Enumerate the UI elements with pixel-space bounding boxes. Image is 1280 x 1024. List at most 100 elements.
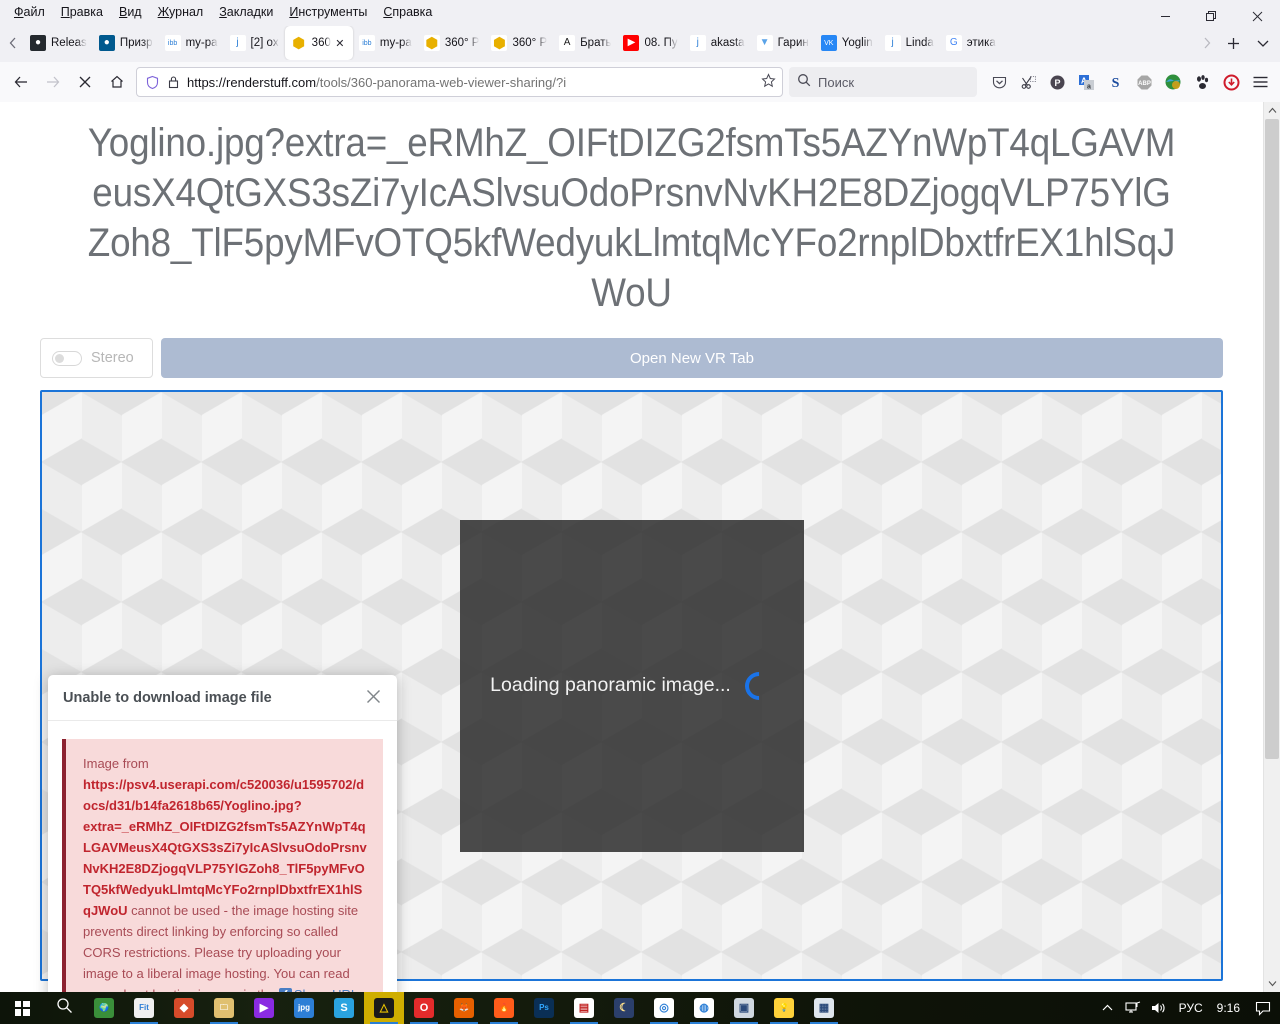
tab-4[interactable]: ⬢ 360 ✕: [284, 26, 353, 60]
tab-label: Призр: [119, 37, 153, 49]
stereo-toggle[interactable]: Stereo: [40, 338, 153, 378]
gnome-extension-icon[interactable]: [1188, 68, 1216, 96]
menu-history[interactable]: Журнал: [150, 1, 212, 23]
taskbar-item-0[interactable]: 🌍: [84, 992, 124, 1024]
taskbar-item-10[interactable]: 🔥: [484, 992, 524, 1024]
stereo-switch-icon[interactable]: [52, 350, 82, 366]
taskbar-item-9[interactable]: 🦊: [444, 992, 484, 1024]
tab-7[interactable]: ⬢ 360° P: [485, 26, 553, 60]
taskbar-item-15[interactable]: ◍: [684, 992, 724, 1024]
menu-bookmarks[interactable]: Закладки: [211, 1, 281, 23]
taskbar-search-button[interactable]: [44, 992, 84, 1024]
vk-icon: VK: [820, 35, 837, 51]
monitor-app-icon: ▣: [734, 998, 754, 1018]
taskbar-item-4[interactable]: ▶: [244, 992, 284, 1024]
adblock-icon[interactable]: ABP: [1130, 68, 1158, 96]
s-extension-icon[interactable]: S: [1101, 68, 1129, 96]
taskbar-item-1[interactable]: Fit: [124, 992, 164, 1024]
tab-8[interactable]: A Брать: [553, 26, 617, 60]
search-bar[interactable]: Поиск: [789, 67, 977, 97]
app-menu-icon[interactable]: [1246, 68, 1274, 96]
night-app-icon: ☾: [614, 998, 634, 1018]
taskbar-item-11[interactable]: Ps: [524, 992, 564, 1024]
renderstuff-icon: ⬢: [491, 35, 508, 51]
taskbar-item-12[interactable]: ▤: [564, 992, 604, 1024]
tab-12[interactable]: VK Yoglin: [815, 26, 879, 60]
network-icon[interactable]: [1120, 992, 1146, 1024]
tab-scroll-left-button[interactable]: [2, 28, 24, 58]
page-scrollbar[interactable]: [1263, 102, 1280, 992]
tab-11[interactable]: ▼ Гарин: [751, 26, 815, 60]
search-icon: [797, 73, 811, 92]
tab-label: Гарин: [777, 37, 809, 49]
menu-label: айл: [23, 5, 45, 19]
start-button[interactable]: [0, 992, 44, 1024]
tab-close-button[interactable]: ✕: [333, 37, 347, 50]
error-dialog: Unable to download image file Image from…: [48, 675, 397, 992]
taskbar-item-18[interactable]: ▦: [804, 992, 844, 1024]
translate-extension-icon[interactable]: Aа: [1072, 68, 1100, 96]
taskbar-item-3[interactable]: 🗀: [204, 992, 244, 1024]
taskbar-item-17[interactable]: 💡: [764, 992, 804, 1024]
tab-label: Releas: [51, 37, 87, 49]
dialog-close-button[interactable]: [363, 689, 383, 707]
taskbar-item-13[interactable]: ☾: [604, 992, 644, 1024]
scrollbar-thumb[interactable]: [1265, 119, 1279, 759]
tracking-shield-icon[interactable]: [145, 75, 160, 90]
taskbar-item-16[interactable]: ▣: [724, 992, 764, 1024]
tab-13[interactable]: j Linda: [879, 26, 940, 60]
menu-tools[interactable]: Инструменты: [281, 1, 375, 23]
tab-5[interactable]: ibb my-pa: [353, 26, 418, 60]
lock-icon[interactable]: [167, 75, 180, 89]
menu-view[interactable]: Вид: [111, 1, 150, 23]
menu-help[interactable]: Справка: [375, 1, 440, 23]
tab-label: Yoglin: [841, 37, 873, 49]
volume-icon[interactable]: [1146, 992, 1173, 1024]
tab-10[interactable]: j akasta: [684, 26, 751, 60]
fit-app-icon: Fit: [134, 998, 154, 1018]
tab-9[interactable]: ▶ 08. Пу: [617, 26, 683, 60]
new-tab-button[interactable]: [1218, 28, 1248, 58]
clock[interactable]: 9:16: [1209, 1001, 1248, 1015]
tab-2[interactable]: ibb my-pa: [159, 26, 224, 60]
list-all-tabs-button[interactable]: [1248, 28, 1278, 58]
back-button[interactable]: [6, 67, 36, 97]
scroll-down-arrow[interactable]: [1268, 975, 1277, 992]
loading-spinner-icon: [739, 665, 779, 706]
tab-1[interactable]: ● Призр: [93, 26, 159, 60]
address-bar[interactable]: https://renderstuff.com/tools/360-panora…: [136, 67, 783, 97]
menu-edit[interactable]: Правка: [53, 1, 111, 23]
url-path: /tools/360-panorama-web-viewer-sharing/?…: [316, 74, 567, 90]
globe-extension-icon[interactable]: [1159, 68, 1187, 96]
download-block-icon[interactable]: [1217, 68, 1245, 96]
share-url-link[interactable]: Share URL: [294, 987, 358, 992]
menu-file[interactable]: Файл: [6, 1, 53, 23]
open-new-vr-tab-button[interactable]: Open New VR Tab: [161, 338, 1223, 378]
action-center-icon[interactable]: [1248, 1001, 1278, 1016]
screenshot-scissors-icon[interactable]: [1014, 68, 1042, 96]
scroll-up-arrow[interactable]: [1268, 102, 1277, 119]
taskbar-item-8[interactable]: O: [404, 992, 444, 1024]
forward-button[interactable]: [38, 67, 68, 97]
tab-14[interactable]: Gэтика: [940, 26, 1002, 60]
tab-6[interactable]: ⬢ 360° P: [418, 26, 486, 60]
tab-scroll-right-button[interactable]: [1196, 28, 1218, 58]
home-button[interactable]: [102, 67, 132, 97]
pocket-save-icon[interactable]: P: [1043, 68, 1071, 96]
menu-label: равка: [69, 5, 103, 19]
taskbar-item-6[interactable]: S: [324, 992, 364, 1024]
bookmark-star-icon[interactable]: [761, 73, 776, 91]
loading-overlay: Loading panoramic image...: [459, 519, 804, 852]
scrollbar-track[interactable]: [1264, 119, 1280, 975]
tray-expand-button[interactable]: [1096, 992, 1120, 1024]
taskbar-item-2[interactable]: ◆: [164, 992, 204, 1024]
tab-3[interactable]: j [2] ox: [224, 26, 285, 60]
taskbar-item-7[interactable]: △: [364, 992, 404, 1024]
taskbar-item-5[interactable]: jpg: [284, 992, 324, 1024]
menu-accel: И: [289, 5, 299, 19]
taskbar-item-14[interactable]: ◎: [644, 992, 684, 1024]
tab-0[interactable]: ● Releas: [24, 26, 93, 60]
stop-loading-button[interactable]: [70, 67, 100, 97]
language-indicator[interactable]: РУС: [1173, 1001, 1209, 1015]
pocket-icon[interactable]: [985, 68, 1013, 96]
